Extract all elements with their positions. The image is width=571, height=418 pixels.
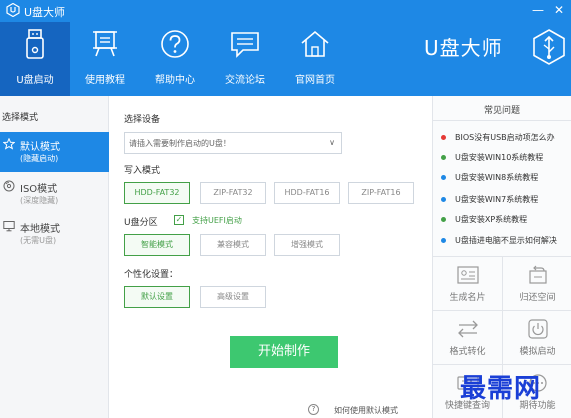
nav-label: 帮助中心 xyxy=(155,75,195,86)
watermark: 最需网 xyxy=(460,374,542,404)
question-icon xyxy=(161,30,189,58)
faq-title: 常见问题 xyxy=(483,106,520,116)
home-icon xyxy=(301,30,329,57)
write-mode-hdd-fat16[interactable]: HDD-FAT16 xyxy=(274,182,340,204)
mode-name: ISO模式 xyxy=(20,184,58,195)
mode-local[interactable]: 本地模式 (无需U盘) xyxy=(0,214,109,254)
device-label: 选择设备 xyxy=(124,115,161,125)
title-bar: U盘大师 — ✕ xyxy=(0,0,571,22)
bullet-dot-icon xyxy=(441,238,446,243)
tool-generate-card[interactable]: 生成名片 xyxy=(433,257,503,311)
nav-forum[interactable]: 交流论坛 xyxy=(210,22,280,96)
return-icon xyxy=(529,265,547,284)
write-mode-label: 写入模式 xyxy=(124,166,161,176)
bullet-dot-icon xyxy=(441,155,446,160)
brand-title: U盘大师 xyxy=(424,36,503,60)
mode-sidebar: 选择模式 默认模式 (隐藏启动) ISO模式 (深度隐藏) 本地模式 (无需U盘… xyxy=(0,96,109,418)
tool-format-convert[interactable]: 格式转化 xyxy=(433,311,503,365)
partition-smart-mode[interactable]: 智能模式 xyxy=(124,234,190,256)
tool-return-space[interactable]: 归还空间 xyxy=(503,257,571,311)
window-title: U盘大师 xyxy=(24,6,66,19)
nav-official-home[interactable]: 官网首页 xyxy=(280,22,350,96)
device-select[interactable]: 请插入需要制作启动的U盘！ ∨ xyxy=(124,132,342,154)
device-select-text: 请插入需要制作启动的U盘！ xyxy=(129,139,231,148)
main-panel: 选择设备 请插入需要制作启动的U盘！ ∨ 写入模式 HDD-FAT32 ZIP-… xyxy=(110,96,432,418)
help-circle-icon[interactable]: ? xyxy=(308,404,319,415)
mode-subtitle: (深度隐藏) xyxy=(20,196,59,205)
personal-settings-label: 个性化设置： xyxy=(124,270,179,280)
bullet-dot-icon xyxy=(441,175,446,180)
advanced-settings-button[interactable]: 高级设置 xyxy=(200,286,266,308)
nav-label: 官网首页 xyxy=(295,75,335,86)
faq-link[interactable]: U盘安装WIN8系统教程 xyxy=(455,172,538,183)
divider xyxy=(433,120,571,121)
nav-help-center[interactable]: 帮助中心 xyxy=(140,22,210,96)
app-logo-icon xyxy=(6,3,20,17)
help-link[interactable]: 如何使用默认模式 xyxy=(334,405,398,416)
bullet-dot-icon xyxy=(441,135,446,140)
app-header: U盘大师 — ✕ U盘启动 使用教程 帮助中心 交流论坛 官网首页 U盘大师 xyxy=(0,0,571,96)
power-icon xyxy=(528,319,548,339)
tool-simulate-boot[interactable]: 模拟启动 xyxy=(503,311,571,365)
mode-iso[interactable]: ISO模式 (深度隐藏) xyxy=(0,174,109,214)
tool-label: 归还空间 xyxy=(519,293,556,303)
chat-icon xyxy=(231,32,259,58)
default-settings-button[interactable]: 默认设置 xyxy=(124,286,190,308)
tool-label: 格式转化 xyxy=(449,347,486,357)
mode-name: 本地模式 xyxy=(20,224,60,235)
nav-tutorial[interactable]: 使用教程 xyxy=(70,22,140,96)
bullet-dot-icon xyxy=(441,197,446,202)
nav-label: 交流论坛 xyxy=(225,75,265,86)
faq-link[interactable]: U盘安装WIN10系统教程 xyxy=(455,152,543,163)
sidebar-title: 选择模式 xyxy=(2,113,39,123)
uefi-label[interactable]: 支持UEFI启动 xyxy=(192,215,242,226)
write-mode-hdd-fat32[interactable]: HDD-FAT32 xyxy=(124,182,190,204)
nav-usb-boot[interactable]: U盘启动 xyxy=(0,22,70,96)
mode-subtitle: (无需U盘) xyxy=(20,236,57,245)
nav-label: 使用教程 xyxy=(85,75,125,86)
partition-label: U盘分区 xyxy=(124,218,158,228)
faq-link[interactable]: U盘插进电脑不显示如何解决 xyxy=(455,235,557,246)
partition-compatible-mode[interactable]: 兼容模式 xyxy=(200,234,266,256)
write-mode-zip-fat32[interactable]: ZIP-FAT32 xyxy=(200,182,266,204)
write-mode-zip-fat16[interactable]: ZIP-FAT16 xyxy=(348,182,414,204)
tool-label: 生成名片 xyxy=(449,293,486,303)
bullet-dot-icon xyxy=(441,217,446,222)
nav-label: U盘启动 xyxy=(16,75,54,86)
mode-default[interactable]: 默认模式 (隐藏启动) xyxy=(0,132,109,172)
star-icon xyxy=(3,138,15,150)
easel-icon xyxy=(93,31,117,57)
close-button[interactable]: ✕ xyxy=(551,2,567,18)
tool-label: 模拟启动 xyxy=(519,347,556,357)
faq-link[interactable]: U盘安装XP系统教程 xyxy=(455,214,527,225)
mode-name: 默认模式 xyxy=(20,142,60,153)
minimize-button[interactable]: — xyxy=(530,2,546,18)
disc-icon xyxy=(3,180,15,192)
uefi-checkbox[interactable]: ✓ xyxy=(174,215,184,225)
faq-link[interactable]: BIOS没有USB启动项怎么办 xyxy=(455,132,555,143)
brand-logo-icon xyxy=(533,29,565,65)
chevron-down-icon: ∨ xyxy=(329,138,335,147)
mode-subtitle: (隐藏启动) xyxy=(20,154,59,163)
card-icon xyxy=(457,266,479,284)
partition-enhanced-mode[interactable]: 增强模式 xyxy=(274,234,340,256)
faq-link[interactable]: U盘安装WIN7系统教程 xyxy=(455,194,538,205)
usb-icon xyxy=(26,29,44,59)
swap-icon xyxy=(458,320,478,338)
start-make-button[interactable]: 开始制作 xyxy=(230,336,338,368)
monitor-icon xyxy=(3,221,15,232)
